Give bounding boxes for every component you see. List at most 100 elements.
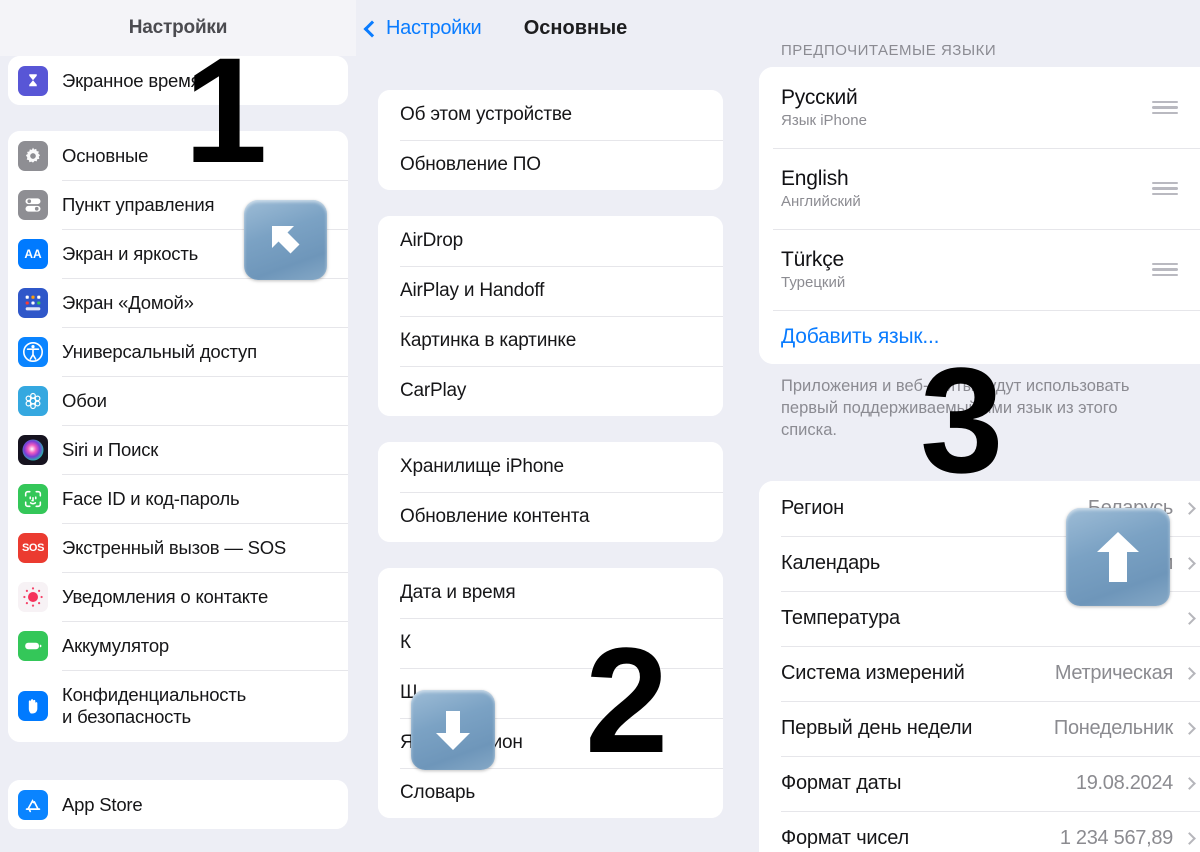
sidebar-item-label: Экранное время bbox=[62, 69, 201, 91]
row-label: Картинка в картинке bbox=[400, 330, 577, 351]
arrow-up-icon bbox=[1066, 508, 1170, 606]
chevron-right-icon bbox=[1183, 777, 1196, 791]
region-row-number-format[interactable]: Формат чисел 1 234 567,89 bbox=[759, 811, 1200, 852]
sidebar-item-wallpaper[interactable]: Обои bbox=[8, 376, 348, 425]
chevron-right-icon bbox=[1183, 722, 1196, 736]
mid-row-picture-in-picture[interactable]: Картинка в картинке bbox=[378, 316, 723, 366]
mid-row-carplay[interactable]: CarPlay bbox=[378, 366, 723, 416]
mid-row-date-time[interactable]: Дата и время bbox=[378, 568, 723, 618]
privacy-line-1: Конфиденциальность bbox=[62, 684, 247, 706]
sidebar-item-contact-alerts[interactable]: Уведомления о контакте bbox=[8, 572, 348, 621]
sidebar-item-accessibility[interactable]: Универсальный доступ bbox=[8, 327, 348, 376]
row-label: Формат чисел bbox=[781, 827, 909, 850]
sidebar-item-siri-search[interactable]: Siri и Поиск bbox=[8, 425, 348, 474]
row-value: 19.08.2024 bbox=[1075, 772, 1173, 795]
sidebar-item-face-id[interactable]: Face ID и код-пароль bbox=[8, 474, 348, 523]
language-subtitle: Английский bbox=[781, 193, 861, 210]
row-value: Понедельник bbox=[1053, 717, 1173, 740]
reorder-handle-icon[interactable] bbox=[1152, 262, 1178, 277]
language-subtitle: Язык iPhone bbox=[781, 112, 867, 129]
chevron-right-icon bbox=[1183, 612, 1196, 626]
mid-row-background-refresh[interactable]: Обновление контента bbox=[378, 492, 723, 542]
battery-icon bbox=[18, 630, 48, 661]
sidebar-item-label: Экран и яркость bbox=[62, 242, 199, 264]
language-subtitle: Турецкий bbox=[781, 274, 846, 291]
row-label: Об этом устройстве bbox=[400, 104, 572, 125]
row-label: Система измерений bbox=[781, 662, 965, 685]
siri-icon bbox=[18, 434, 48, 465]
mid-row-software-update[interactable]: Обновление ПО bbox=[378, 140, 723, 190]
region-row-measurement-system[interactable]: Система измерений Метрическая bbox=[759, 646, 1200, 702]
wallpaper-icon bbox=[18, 385, 48, 416]
screenshot-root: Настройки Экранное время Основные Пункт … bbox=[0, 0, 1200, 852]
arrow-upper-left-icon bbox=[244, 200, 327, 280]
sidebar-item-home-screen[interactable]: Экран «Домой» bbox=[8, 278, 348, 327]
sidebar-item-label: App Store bbox=[62, 793, 143, 815]
sidebar-item-battery[interactable]: Аккумулятор bbox=[8, 621, 348, 670]
app-store-icon bbox=[18, 789, 48, 820]
language-row-english[interactable]: English Английский bbox=[759, 148, 1200, 229]
region-row-first-day-of-week[interactable]: Первый день недели Понедельник bbox=[759, 701, 1200, 757]
sidebar-item-general[interactable]: Основные bbox=[8, 131, 348, 180]
sidebar-item-emergency-sos[interactable]: SOS Экстренный вызов — SOS bbox=[8, 523, 348, 572]
sidebar-item-app-store[interactable]: App Store bbox=[8, 780, 348, 829]
chevron-right-icon bbox=[1183, 832, 1196, 846]
row-label: Первый день недели bbox=[781, 717, 973, 740]
privacy-line-2: и безопасность bbox=[62, 706, 191, 727]
accessibility-icon bbox=[18, 336, 48, 367]
reorder-handle-icon[interactable] bbox=[1152, 100, 1178, 115]
chevron-left-icon bbox=[363, 20, 381, 37]
chevron-right-icon bbox=[1183, 667, 1196, 681]
row-label: Словарь bbox=[400, 782, 476, 803]
language-name: Türkçe bbox=[781, 248, 844, 271]
row-label: Регион bbox=[781, 497, 845, 520]
back-button[interactable]: Настройки bbox=[363, 17, 482, 40]
row-label: Обновление контента bbox=[400, 506, 590, 527]
mid-row-dictionary[interactable]: Словарь bbox=[378, 768, 723, 818]
home-screen-icon bbox=[18, 287, 48, 318]
language-names: English Английский bbox=[781, 167, 861, 210]
face-id-icon bbox=[18, 483, 48, 514]
mid-row-airdrop[interactable]: AirDrop bbox=[378, 216, 723, 266]
reorder-handle-icon[interactable] bbox=[1152, 181, 1178, 196]
row-label: К bbox=[400, 632, 411, 653]
sidebar-item-privacy-security[interactable]: Конфиденциальность и безопасность bbox=[8, 670, 348, 742]
left-group-screentime: Экранное время bbox=[8, 56, 348, 105]
row-value: 1 234 567,89 bbox=[1059, 827, 1173, 850]
region-row-date-format[interactable]: Формат даты 19.08.2024 bbox=[759, 756, 1200, 812]
chevron-right-icon bbox=[1183, 502, 1196, 516]
chevron-right-icon bbox=[1183, 557, 1196, 571]
display-brightness-icon: AA bbox=[18, 238, 48, 269]
sidebar-item-label: Пункт управления bbox=[62, 193, 215, 215]
row-label: Обновление ПО bbox=[400, 154, 541, 175]
sidebar-item-label: Siri и Поиск bbox=[62, 438, 159, 460]
sidebar-item-label: Экстренный вызов — SOS bbox=[62, 536, 287, 558]
languages-footnote: Приложения и веб-сайты будут использоват… bbox=[781, 377, 1130, 439]
mid-row-keyboard[interactable]: К bbox=[378, 618, 723, 668]
row-label: Температура bbox=[781, 607, 900, 630]
row-label: Календарь bbox=[781, 552, 881, 575]
privacy-hand-icon bbox=[18, 691, 48, 721]
left-panel-title: Настройки bbox=[128, 17, 228, 38]
language-row-russian[interactable]: Русский Язык iPhone bbox=[759, 67, 1200, 148]
row-label: Формат даты bbox=[781, 772, 902, 795]
arrow-down-icon bbox=[411, 690, 495, 770]
add-language-row[interactable]: Добавить язык... bbox=[759, 310, 1200, 364]
left-group-store: App Store bbox=[8, 780, 348, 829]
mid-panel-title: Основные bbox=[523, 16, 628, 39]
sidebar-item-screen-time[interactable]: Экранное время bbox=[8, 56, 348, 105]
mid-row-iphone-storage[interactable]: Хранилище iPhone bbox=[378, 442, 723, 492]
row-value: Метрическая bbox=[1054, 662, 1173, 685]
mid-row-about-device[interactable]: Об этом устройстве bbox=[378, 90, 723, 140]
mid-nav-header: Настройки Основные bbox=[356, 0, 745, 56]
language-row-turkish[interactable]: Türkçe Турецкий bbox=[759, 229, 1200, 310]
sidebar-item-label: Конфиденциальность и безопасность bbox=[62, 684, 246, 728]
contact-alerts-icon bbox=[18, 581, 48, 612]
row-label: Дата и время bbox=[400, 582, 516, 603]
mid-group-about: Об этом устройстве Обновление ПО bbox=[378, 90, 723, 190]
language-name: Русский bbox=[781, 86, 858, 109]
mid-row-airplay-handoff[interactable]: AirPlay и Handoff bbox=[378, 266, 723, 316]
